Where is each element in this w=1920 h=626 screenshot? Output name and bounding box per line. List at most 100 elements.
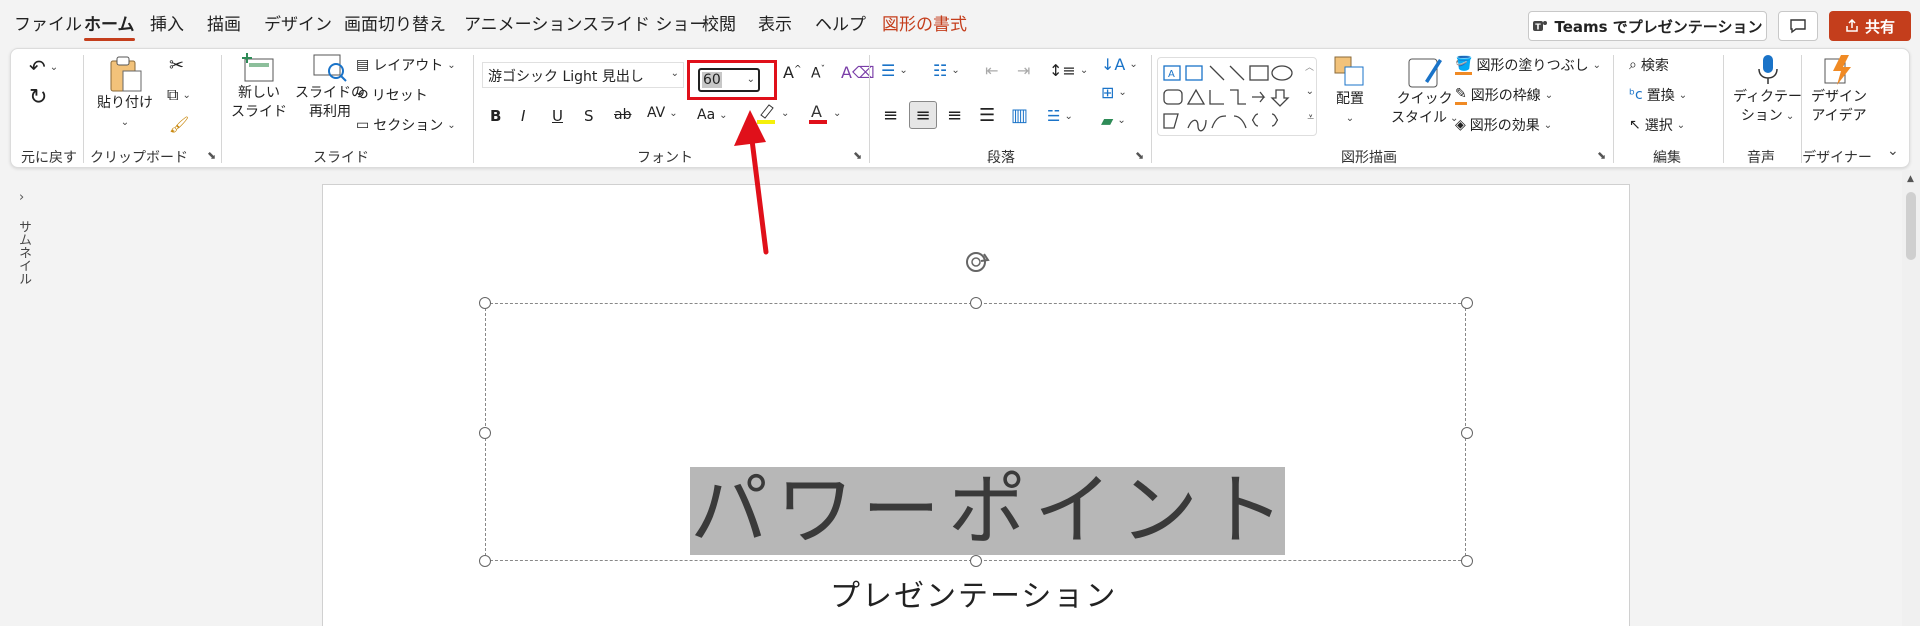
font-color-button[interactable]: A ⌄ [807, 101, 841, 125]
text-direction-button[interactable]: ↓A ⌄ [1101, 55, 1138, 74]
find-button[interactable]: ⌕ 検索 [1629, 55, 1669, 75]
resize-handle[interactable] [479, 555, 491, 567]
line-spacing-button[interactable]: ↕≡ ⌄ [1049, 61, 1088, 80]
undo-button[interactable]: ↶ ⌄ [29, 55, 58, 79]
justify-button[interactable]: ☰ [979, 105, 995, 126]
new-slide-button[interactable]: 新しい スライド [231, 53, 287, 121]
dialog-launcher-icon[interactable]: ⬊ [1135, 149, 1144, 162]
resize-handle[interactable] [479, 427, 491, 439]
chevron-down-icon: ⌄ [1592, 59, 1601, 71]
tab-help[interactable]: ヘルプ [815, 14, 866, 36]
character-spacing-button[interactable]: AV ⌄ [647, 105, 678, 121]
strikethrough-button[interactable]: ab [614, 107, 631, 123]
text-shadow-button[interactable]: S [584, 107, 594, 125]
align-text-button[interactable]: ⊞ ⌄ [1101, 83, 1127, 102]
arrange-label: 配置 [1336, 91, 1364, 107]
shape-effects-button[interactable]: ◈ 図形の効果 ⌄ [1455, 115, 1552, 135]
reset-button[interactable]: ⟲ リセット [356, 85, 428, 105]
reuse-slides-button[interactable]: スライドの 再利用 [295, 53, 365, 121]
share-button[interactable]: 共有 [1829, 11, 1911, 41]
smartart-button[interactable]: ▰ ⌄ [1101, 111, 1126, 130]
divider [1151, 55, 1152, 163]
dialog-launcher-icon[interactable]: ⬊ [1597, 149, 1606, 162]
resize-handle[interactable] [970, 297, 982, 309]
chevron-down-icon: ⌄ [1064, 110, 1073, 122]
tab-file[interactable]: ファイル [14, 14, 82, 36]
design-ideas-button[interactable]: デザイン アイデア [1811, 53, 1867, 125]
present-in-teams-button[interactable]: T Teams でプレゼンテーション [1528, 11, 1767, 41]
copy-button[interactable]: ⧉ ⌄ [167, 85, 191, 105]
collapse-ribbon-icon[interactable]: ⌄ [1887, 143, 1899, 159]
decrease-indent-icon: ⇤ [985, 61, 999, 80]
grow-font-button[interactable]: A^ [783, 63, 802, 82]
more-shapes-icon[interactable]: ⩡ [1307, 110, 1314, 125]
rotate-handle-icon[interactable] [962, 248, 996, 278]
chevron-down-icon: ⌄ [49, 61, 59, 73]
resize-handle[interactable] [970, 555, 982, 567]
shape-fill-button[interactable]: 🪣 図形の塗りつぶし ⌄ [1455, 55, 1601, 75]
italic-button[interactable]: I [521, 107, 525, 125]
drawing-group-label: 図形描画 [1341, 150, 1397, 166]
shapes-gallery[interactable]: A ︿ ⌄ ⩡ [1157, 57, 1317, 136]
distributed-button[interactable]: ▥ [1011, 105, 1028, 126]
comments-button[interactable] [1778, 11, 1818, 41]
arrange-button[interactable]: 配置 ⌄ [1333, 55, 1367, 127]
chevron-down-icon: ⌄ [669, 107, 678, 119]
tab-animations[interactable]: アニメーション [464, 14, 582, 36]
paste-button[interactable]: 貼り付け ⌄ [97, 55, 153, 131]
slide-title-text[interactable]: パワーポイント [690, 467, 1285, 555]
bold-button[interactable]: B [490, 107, 501, 125]
tab-shape-format[interactable]: 図形の書式 [882, 14, 967, 36]
thumbnail-label[interactable]: サムネイル [14, 220, 33, 285]
quick-styles-button[interactable]: クイック スタイル ⌄ [1391, 55, 1458, 127]
shrink-font-button[interactable]: Aˇ [811, 65, 825, 82]
svg-text:A: A [1168, 69, 1175, 80]
replace-button[interactable]: ᵇc 置換 ⌄ [1629, 85, 1687, 105]
smartart-icon: ▰ [1101, 111, 1114, 130]
dialog-launcher-icon[interactable]: ⬊ [853, 149, 862, 162]
shape-outline-button[interactable]: ✎ 図形の枠線 ⌄ [1455, 85, 1553, 105]
tab-transitions[interactable]: 画面切り替え [344, 14, 446, 36]
chevron-right-icon[interactable]: › [19, 190, 24, 205]
font-name-dropdown[interactable]: 游ゴシック Light 見出し ⌄ [482, 62, 684, 88]
align-center-button[interactable]: ≡ [909, 101, 937, 129]
vertical-scrollbar[interactable]: ▲ [1902, 170, 1920, 626]
resize-handle[interactable] [479, 297, 491, 309]
dialog-launcher-icon[interactable]: ⬊ [207, 149, 216, 162]
chevron-up-icon[interactable]: ︿ [1305, 60, 1314, 73]
resize-handle[interactable] [1461, 427, 1473, 439]
decrease-indent-button[interactable]: ⇤ [985, 61, 998, 80]
tab-draw[interactable]: 描画 [207, 14, 241, 36]
tab-home[interactable]: ホーム [84, 14, 135, 41]
font-size-input[interactable]: 60 ⌄ [698, 68, 760, 92]
layout-button[interactable]: ▤ レイアウト ⌄ [356, 55, 456, 75]
numbering-button[interactable]: ☷ ⌄ [933, 61, 960, 80]
format-painter-button[interactable]: 🖌 [169, 115, 189, 134]
tab-slideshow[interactable]: スライド ショー [582, 14, 706, 36]
resize-handle[interactable] [1461, 297, 1473, 309]
dictate-button[interactable]: ディクテー ション ⌄ [1733, 53, 1802, 125]
align-left-button[interactable]: ≡ [883, 105, 898, 126]
tab-insert[interactable]: 挿入 [150, 14, 184, 36]
select-button[interactable]: ↖ 選択 ⌄ [1629, 115, 1685, 135]
bullets-button[interactable]: ☰ ⌄ [881, 61, 908, 80]
increase-indent-button[interactable]: ⇥ [1017, 61, 1030, 80]
reuse-slides-label-1: スライドの [295, 85, 365, 101]
tab-design[interactable]: デザイン [264, 14, 332, 36]
section-button[interactable]: ▭ セクション ⌄ [356, 115, 456, 135]
underline-button[interactable]: U [552, 107, 563, 125]
chevron-down-icon: ⌄ [1129, 59, 1138, 70]
slide-subtitle-text[interactable]: プレゼンテーション [830, 571, 1117, 615]
columns-button[interactable]: ☱ ⌄ [1047, 107, 1073, 125]
redo-button[interactable]: ↻ [29, 85, 47, 110]
scroll-thumb[interactable] [1906, 192, 1916, 260]
tab-view[interactable]: 表示 [758, 14, 792, 36]
cut-button[interactable]: ✂ [169, 55, 184, 76]
resize-handle[interactable] [1461, 555, 1473, 567]
layout-icon: ▤ [356, 57, 370, 73]
scroll-up-icon[interactable]: ▲ [1907, 174, 1914, 184]
chevron-down-icon: ⌄ [1785, 111, 1795, 122]
align-right-button[interactable]: ≡ [947, 105, 962, 126]
tab-review[interactable]: 校閲 [702, 14, 736, 36]
chevron-down-icon[interactable]: ⌄ [1306, 86, 1314, 97]
